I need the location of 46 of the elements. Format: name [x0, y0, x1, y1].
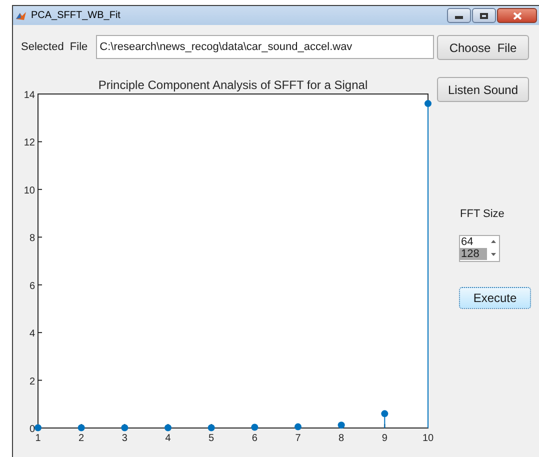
minimize-button[interactable]: [447, 8, 471, 23]
close-icon: [512, 12, 522, 20]
execute-button[interactable]: Execute: [459, 286, 531, 308]
x-tick-label: 3: [122, 433, 128, 444]
x-tick-label: 5: [208, 433, 214, 444]
x-tick-label: 1: [35, 433, 41, 444]
x-tick-label: 4: [165, 433, 171, 444]
app-logo-icon: [15, 10, 27, 22]
close-button[interactable]: [497, 8, 537, 23]
stem-point: [34, 424, 42, 432]
stem-point: [294, 423, 302, 430]
y-tick-label: 0: [29, 424, 35, 435]
x-tick-label: 10: [422, 433, 434, 444]
restore-icon: [480, 12, 488, 18]
chart-title: Principle Component Analysis of SFFT for a Signal: [98, 78, 368, 92]
file-label: Selected File: [21, 40, 88, 55]
y-tick-label: 12: [24, 138, 35, 149]
y-tick-label: 8: [29, 233, 35, 244]
file-path-field[interactable]: C:\research\news_recog\data\car_sound_accel.wav: [96, 35, 434, 59]
stem-point: [381, 410, 388, 428]
x-tick-label: 2: [78, 433, 84, 444]
fft-size-listbox[interactable]: 64 128: [459, 234, 500, 262]
stem-point: [164, 424, 172, 432]
y-tick-label: 14: [24, 90, 35, 101]
stem-point: [78, 424, 85, 432]
maximize-button[interactable]: [472, 8, 496, 23]
stem-point: [121, 424, 128, 432]
stem-point: [208, 424, 215, 432]
listbox-option[interactable]: 128: [460, 248, 487, 260]
choose-file-button[interactable]: Choose File: [437, 35, 529, 60]
stem-point: [251, 424, 258, 431]
listen-sound-button[interactable]: Listen Sound: [437, 77, 529, 102]
x-tick-label: 7: [295, 433, 301, 444]
fft-size-label: FFT Size: [460, 207, 506, 222]
minimize-icon: [455, 16, 463, 19]
y-tick-label: 2: [29, 376, 35, 388]
y-tick-label: 4: [29, 328, 35, 340]
stem-point: [338, 422, 345, 429]
scroll-down-icon[interactable]: [490, 252, 496, 256]
x-tick-label: 9: [382, 433, 388, 444]
scroll-up-icon[interactable]: [490, 240, 496, 244]
x-tick-label: 6: [252, 433, 258, 444]
x-tick-label: 8: [338, 433, 344, 444]
y-tick-label: 10: [24, 185, 35, 196]
y-tick-label: 6: [29, 280, 35, 292]
window-title: PCA_SFFT_WB_Fit: [31, 9, 120, 23]
